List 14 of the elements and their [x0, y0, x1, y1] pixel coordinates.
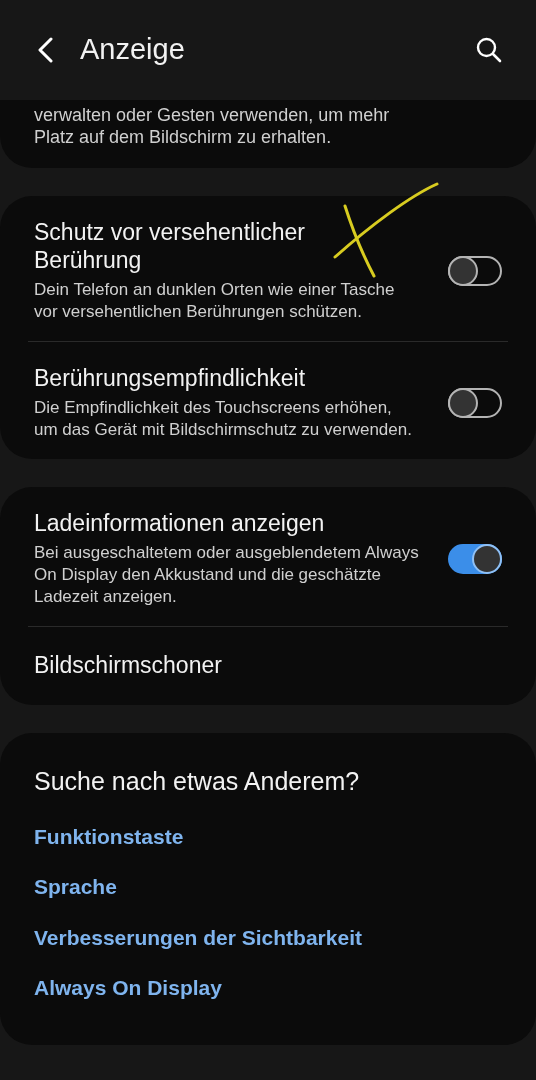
section-title: Suche nach etwas Anderem? [34, 766, 361, 797]
suggestion-link[interactable]: Funktionstaste [34, 820, 184, 852]
setting-description: Dein Telefon an dunklen Orten wie einer Tasche vor versehentlichen Berührungen schützen. [34, 279, 396, 323]
suggestion-link[interactable]: Sprache [34, 871, 117, 903]
setting-title: Bildschirmschoner [34, 651, 222, 679]
suggestion-link[interactable]: Always On Display [34, 972, 222, 1004]
setting-title: Ladeinformationen anzeigen [34, 509, 326, 537]
suggestion-link[interactable]: Verbesserungen der Sichtbarkeit [34, 921, 362, 953]
setting-description: verwalten oder Gesten verwenden, um mehr Platz auf dem Bildschirm zu erhalten. [34, 104, 391, 148]
setting-description: Die Empfindlichkeit des Touchscreens erhöhen, um das Gerät mit Bildschirmschutz zu verwenden. [34, 397, 413, 441]
setting-title: Berührungsempfindlichkeit [34, 364, 307, 392]
setting-title: Schutz vor versehentlicher Berührung [34, 218, 306, 274]
setting-description: Bei ausgeschaltetem oder ausgeblendetem Always On Display den Akkustand und die geschätzte Ladezeit anzeigen. [34, 542, 420, 608]
page-title: Anzeige [80, 32, 185, 68]
